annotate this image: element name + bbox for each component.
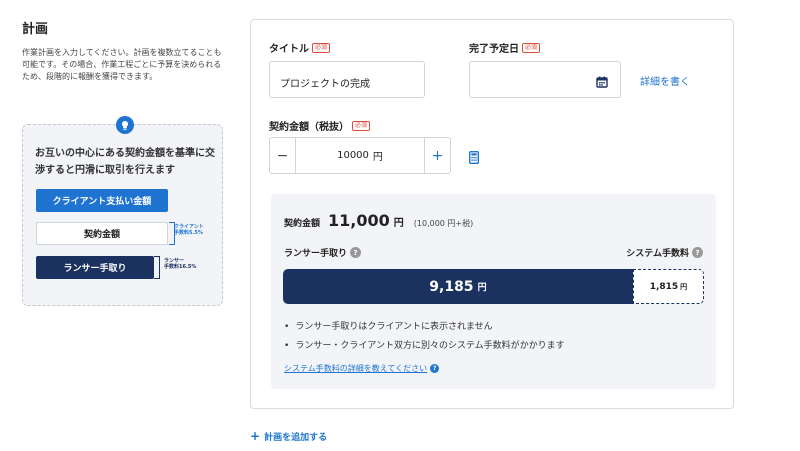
calculator-icon[interactable] [468,149,480,168]
write-details-link[interactable]: 詳細を書く [640,73,690,88]
contract-amount-label: 契約金額 [36,222,168,245]
contract-summary-note: (10,000 円+税) [413,219,474,228]
contract-summary: 契約金額 11,000 円 (10,000 円+税) [284,211,473,230]
lancer-take-heading: ランサー手取り ? [284,246,362,259]
title-label: タイトル 必須 [269,40,331,55]
plan-section-info: 計画 作業計画を入力してください。計画を複数立てることも可能です。その場合、作業… [22,18,224,83]
lightbulb-icon [116,116,134,134]
system-fee-amount: 1,815 [649,281,679,292]
required-badge: 必須 [352,120,371,131]
help-icon[interactable]: ? [350,247,362,258]
add-plan-button[interactable]: + 計画を追加する [250,429,327,443]
increment-button[interactable]: + [424,138,450,173]
system-fee-yen: 円 [680,282,688,291]
client-payment-label: クライアント支払い金額 [36,189,168,212]
fee-summary: 契約金額 11,000 円 (10,000 円+税) ランサー手取り ? システ… [271,194,716,389]
system-fee-heading-text: システム手数料 [626,249,689,259]
system-fee-segment: 1,815 円 [632,269,704,304]
fee-breakdown-bar: 9,185 円 1,815 円 [283,269,704,304]
lancer-fee-note-rate: 手数料16.5% [164,264,197,270]
lancer-take-segment: 9,185 円 [283,269,633,304]
lancer-fee-bracket [154,256,160,279]
lancer-fee-note: ランサー 手数料16.5% [164,258,196,270]
plus-icon: + [250,429,261,443]
calendar-icon[interactable] [596,73,608,92]
amount-stepper: − 10000 円 + [269,137,451,174]
help-icon[interactable]: ? [692,247,703,258]
tip-box: お互いの中心にある契約金額を基準に交渉すると円滑に取引を行えます クライアント支… [22,116,223,306]
required-badge: 必須 [312,42,331,53]
amount-unit: 円 [372,152,383,163]
amount-label: 契約金額（税抜） 必須 [269,118,371,133]
lancer-take-yen: 円 [477,283,487,293]
lancer-take-amount: 9,185 [429,278,474,295]
section-title: 計画 [22,22,49,37]
plan-card: タイトル 必須 プロジェクトの完成 完了予定日 必須 詳細を書く 契約金額（税抜… [250,19,734,409]
required-badge: 必須 [522,42,541,53]
amount-value: 10000 [337,150,369,161]
system-fee-details-link-text[interactable]: システム手数料の詳細を教えてください [284,363,427,374]
contract-summary-amount: 11,000 [328,211,390,230]
tip-text: お互いの中心にある契約金額を基準に交渉すると円滑に取引を行えます [35,148,215,176]
contract-summary-yen: 円 [393,218,404,229]
fee-notes: ランサー手取りはクライアントに表示されません ランサー・クライアント双方に別々の… [284,318,565,356]
client-fee-note: クライアント 手数料5.5% [174,224,204,236]
decrement-button[interactable]: − [270,138,296,173]
date-input[interactable] [469,61,621,98]
lancer-take-heading-text: ランサー手取り [284,249,348,259]
section-description: 作業計画を入力してください。計画を複数立てることも可能です。その場合、作業工程ご… [22,48,222,81]
title-label-text: タイトル [269,44,309,55]
fee-note: ランサー・クライアント双方に別々のシステム手数料がかかります [284,337,564,356]
title-input[interactable]: プロジェクトの完成 [269,61,425,98]
amount-input[interactable]: 10000 円 [296,138,424,173]
date-label-text: 完了予定日 [469,44,519,55]
info-icon: ? [430,364,440,373]
fee-note: ランサー手取りはクライアントに表示されません [284,318,565,337]
lancer-take-label: ランサー手取り [36,256,154,279]
contract-summary-label: 契約金額 [284,219,321,229]
system-fee-details-link[interactable]: システム手数料の詳細を教えてください ? [284,363,440,374]
amount-label-text: 契約金額（税抜） [269,122,349,133]
system-fee-heading: システム手数料 ? [626,246,703,259]
date-label: 完了予定日 必須 [469,40,541,55]
add-plan-label[interactable]: 計画を追加する [264,430,327,443]
client-fee-note-rate: 手数料5.5% [174,230,203,236]
